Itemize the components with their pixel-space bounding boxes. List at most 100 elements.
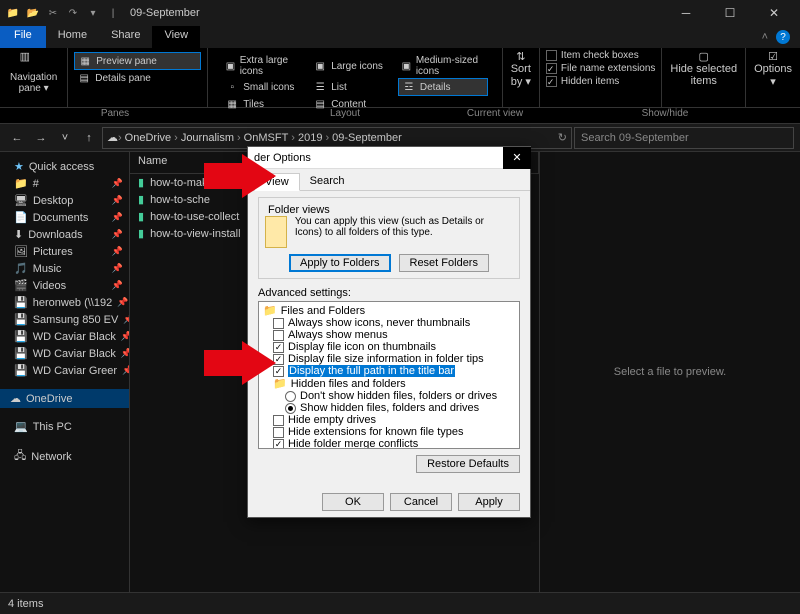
tree-check-item[interactable]: Hide empty drives <box>261 414 517 426</box>
apply-to-folders-button[interactable]: Apply to Folders <box>289 254 390 272</box>
advanced-settings-label: Advanced settings: <box>258 287 520 299</box>
qat-new-folder-icon[interactable]: 📂 <box>24 4 42 22</box>
qat-cut-icon[interactable]: ✂ <box>44 4 62 22</box>
extra-large-icon: ▣ <box>225 59 235 73</box>
sidebar-item-drive[interactable]: 💾WD Caviar Black📌 <box>0 328 129 345</box>
star-icon: ★ <box>14 160 24 173</box>
tree-check-item[interactable]: ✓Hide folder merge conflicts <box>261 438 517 449</box>
qat-redo-icon[interactable]: ↷ <box>64 4 82 22</box>
pc-icon: 💻 <box>14 420 28 433</box>
file-icon: ▮ <box>138 193 144 206</box>
ok-button[interactable]: OK <box>322 493 384 511</box>
sidebar-item-pictures[interactable]: 🖼Pictures📌 <box>0 243 129 260</box>
tree-check-item[interactable]: Always show icons, never thumbnails <box>261 317 517 329</box>
up-button[interactable]: ↑ <box>78 127 100 149</box>
refresh-icon[interactable]: ↻ <box>558 131 567 144</box>
downloads-icon: ⬇ <box>14 228 23 241</box>
window-title: 09-September <box>130 7 200 19</box>
pin-icon: 📌 <box>112 246 123 257</box>
minimize-button[interactable]: ─ <box>672 3 700 23</box>
restore-defaults-button[interactable]: Restore Defaults <box>416 455 520 473</box>
crumb[interactable]: 09-September <box>329 132 405 144</box>
advanced-settings-tree[interactable]: 📁Files and Folders Always show icons, ne… <box>258 301 520 449</box>
tree-check-item[interactable]: ✓Display file icon on thumbnails <box>261 341 517 353</box>
sidebar-item-videos[interactable]: 🎬Videos📌 <box>0 277 129 294</box>
sidebar-item[interactable]: 📁#📌 <box>0 175 129 192</box>
layout-large[interactable]: ▣Large icons <box>310 54 386 78</box>
layout-extra-large[interactable]: ▣Extra large icons <box>222 54 298 78</box>
file-extensions-toggle[interactable]: File name extensions <box>546 63 656 74</box>
pin-icon: 📌 <box>112 178 123 189</box>
desktop-icon: 🖥 <box>14 194 28 207</box>
crumb[interactable]: Journalism <box>178 132 237 144</box>
hide-selected-button[interactable]: ▢ Hide selected items <box>662 48 746 107</box>
sidebar-item-desktop[interactable]: 🖥Desktop📌 <box>0 192 129 209</box>
ribbon: ▥ Navigation pane ▾ ▦Preview pane ▤Detai… <box>0 48 800 108</box>
pin-icon: 📌 <box>123 314 130 325</box>
cancel-button[interactable]: Cancel <box>390 493 452 511</box>
network-icon: 🖧 <box>14 447 26 466</box>
maximize-button[interactable]: ☐ <box>716 3 744 23</box>
apply-button[interactable]: Apply <box>458 493 520 511</box>
tree-folder[interactable]: 📁Files and Folders <box>261 304 517 317</box>
layout-list[interactable]: ☰List <box>310 78 386 96</box>
item-check-boxes-toggle[interactable]: Item check boxes <box>546 50 656 61</box>
checkbox-icon <box>546 50 557 61</box>
sidebar-item-downloads[interactable]: ⬇Downloads📌 <box>0 226 129 243</box>
sidebar-item-drive[interactable]: 💾WD Caviar Black📌 <box>0 345 129 362</box>
crumb[interactable]: 2019 <box>295 132 325 144</box>
sort-by-button[interactable]: ⇅ Sort by ▾ <box>503 48 540 107</box>
crumb[interactable]: OnMSFT <box>241 132 292 144</box>
tree-radio-item[interactable]: Show hidden files, folders and drives <box>261 402 517 414</box>
tab-share[interactable]: Share <box>99 26 152 48</box>
tree-check-item[interactable]: Hide extensions for known file types <box>261 426 517 438</box>
tree-check-item[interactable]: Always show menus <box>261 329 517 341</box>
checkbox-icon <box>273 415 284 426</box>
close-button[interactable]: ✕ <box>760 3 788 23</box>
checkbox-icon <box>273 318 284 329</box>
qat-dropdown-icon[interactable]: ▾ <box>84 4 102 22</box>
navigation-pane-button[interactable]: ▥ Navigation pane ▾ <box>0 48 68 107</box>
collapse-ribbon-icon[interactable]: ˄ <box>762 31 768 43</box>
sidebar-item-network-drive[interactable]: 💾heronweb (\\192📌 <box>0 294 129 311</box>
item-count: 4 items <box>8 598 43 610</box>
hidden-items-toggle[interactable]: Hidden items <box>546 76 656 87</box>
sidebar-item-thispc[interactable]: 💻This PC <box>0 418 129 435</box>
sidebar-item-documents[interactable]: 📄Documents📌 <box>0 209 129 226</box>
sidebar-item-network[interactable]: 🖧Network <box>0 445 129 468</box>
drive-icon: 💾 <box>14 313 28 326</box>
layout-medium[interactable]: ▣Medium-sized icons <box>398 54 488 78</box>
reset-folders-button[interactable]: Reset Folders <box>399 254 489 272</box>
titlebar: 📁 📂 ✂ ↷ ▾ | 09-September ─ ☐ ✕ <box>0 0 800 26</box>
crumb[interactable]: OneDrive <box>122 132 174 144</box>
dialog-close-button[interactable]: ✕ <box>503 147 531 169</box>
pin-icon: 📌 <box>117 297 128 308</box>
sidebar-item-music[interactable]: 🎵Music📌 <box>0 260 129 277</box>
forward-button[interactable]: → <box>30 127 52 149</box>
tab-file[interactable]: File <box>0 26 46 48</box>
recent-dropdown[interactable]: ˅ <box>54 127 76 149</box>
preview-pane: Select a file to preview. <box>540 152 800 592</box>
layout-details[interactable]: ☲Details <box>398 78 488 96</box>
layout-small[interactable]: ▫Small icons <box>222 78 298 96</box>
dialog-tab-search[interactable]: Search <box>300 173 355 190</box>
options-button[interactable]: ☑ Options ▾ <box>746 48 800 107</box>
tab-view[interactable]: View <box>152 26 200 48</box>
sidebar-item-drive[interactable]: 💾WD Caviar Greer📌 <box>0 362 129 379</box>
sidebar-item-onedrive[interactable]: ☁OneDrive <box>0 389 129 408</box>
sidebar-item-drive[interactable]: 💾Samsung 850 EV📌 <box>0 311 129 328</box>
tree-check-item-selected[interactable]: ✓Display the full path in the title bar <box>261 365 517 377</box>
folder-views-label: Folder views <box>265 204 333 216</box>
dialog-titlebar[interactable]: der Options ✕ <box>248 147 530 169</box>
tree-folder[interactable]: 📁Hidden files and folders <box>261 377 517 390</box>
help-icon[interactable]: ? <box>776 30 790 44</box>
tree-radio-item[interactable]: Don't show hidden files, folders or driv… <box>261 390 517 402</box>
quick-access-header[interactable]: ★Quick access <box>0 158 129 175</box>
folder-icon: 📁 <box>4 4 22 22</box>
tree-check-item[interactable]: ✓Display file size information in folder… <box>261 353 517 365</box>
back-button[interactable]: ← <box>6 127 28 149</box>
preview-pane-button[interactable]: ▦Preview pane <box>74 52 201 70</box>
search-input[interactable]: Search 09-September <box>574 127 794 149</box>
tab-home[interactable]: Home <box>46 26 99 48</box>
details-pane-button[interactable]: ▤Details pane <box>74 70 201 86</box>
